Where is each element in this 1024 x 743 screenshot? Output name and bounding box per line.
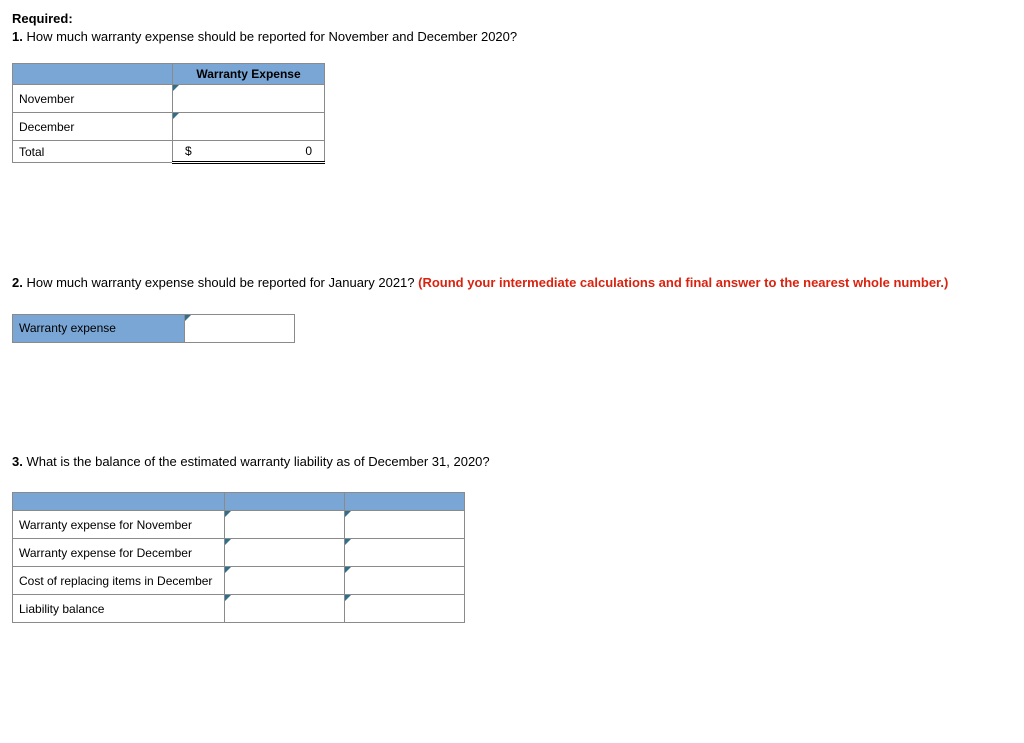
q3-row-3-label: Liability balance bbox=[13, 595, 225, 623]
q1-number: 1. bbox=[12, 29, 23, 44]
q3-header-blank-1 bbox=[13, 493, 225, 511]
q3-number: 3. bbox=[12, 454, 23, 469]
q3-header-blank-3 bbox=[345, 493, 465, 511]
q3-row-2-input-a[interactable] bbox=[225, 567, 345, 595]
q3-row-2-input-b[interactable] bbox=[345, 567, 465, 595]
q3-row-0-input-a[interactable] bbox=[225, 511, 345, 539]
q3-row-0-label: Warranty expense for November bbox=[13, 511, 225, 539]
table1-total-label: Total bbox=[13, 141, 173, 163]
required-label: Required: bbox=[12, 11, 73, 26]
q2-input[interactable] bbox=[185, 314, 295, 342]
q2-number: 2. bbox=[12, 275, 23, 290]
question-2-section: 2. How much warranty expense should be r… bbox=[12, 274, 1012, 343]
table1-currency: $ bbox=[179, 144, 192, 158]
question-3-section: 3. What is the balance of the estimated … bbox=[12, 453, 1012, 624]
q3-row-2-label: Cost of replacing items in December bbox=[13, 567, 225, 595]
warranty-expense-jan-table: Warranty expense bbox=[12, 314, 295, 343]
q3-row-3-input-b[interactable] bbox=[345, 595, 465, 623]
q3-line: 3. What is the balance of the estimated … bbox=[12, 453, 1012, 471]
liability-table: Warranty expense for November Warranty e… bbox=[12, 492, 465, 623]
table1-row-november-input[interactable] bbox=[173, 85, 325, 113]
table1-row-november-label: November bbox=[13, 85, 173, 113]
question-1-section: Required: 1. How much warranty expense s… bbox=[12, 10, 1012, 164]
q2-hint: (Round your intermediate calculations an… bbox=[418, 275, 948, 290]
q2-row-label: Warranty expense bbox=[13, 314, 185, 342]
q1-text: How much warranty expense should be repo… bbox=[23, 29, 517, 44]
warranty-expense-table: Warranty Expense November December Total… bbox=[12, 63, 325, 164]
q3-row-1-input-a[interactable] bbox=[225, 539, 345, 567]
table1-total-cell: $ 0 bbox=[173, 141, 325, 163]
q2-line: 2. How much warranty expense should be r… bbox=[12, 274, 1012, 292]
table1-total-value: 0 bbox=[305, 144, 318, 158]
q3-row-1-input-b[interactable] bbox=[345, 539, 465, 567]
q3-row-3-input-a[interactable] bbox=[225, 595, 345, 623]
table1-row-december-input[interactable] bbox=[173, 113, 325, 141]
q3-text: What is the balance of the estimated war… bbox=[23, 454, 490, 469]
q3-row-1-label: Warranty expense for December bbox=[13, 539, 225, 567]
table1-header-blank bbox=[13, 64, 173, 85]
q3-row-0-input-b[interactable] bbox=[345, 511, 465, 539]
required-heading: Required: 1. How much warranty expense s… bbox=[12, 10, 1012, 45]
table1-row-december-label: December bbox=[13, 113, 173, 141]
q3-header-blank-2 bbox=[225, 493, 345, 511]
table1-header-expense: Warranty Expense bbox=[173, 64, 325, 85]
q2-text: How much warranty expense should be repo… bbox=[23, 275, 418, 290]
